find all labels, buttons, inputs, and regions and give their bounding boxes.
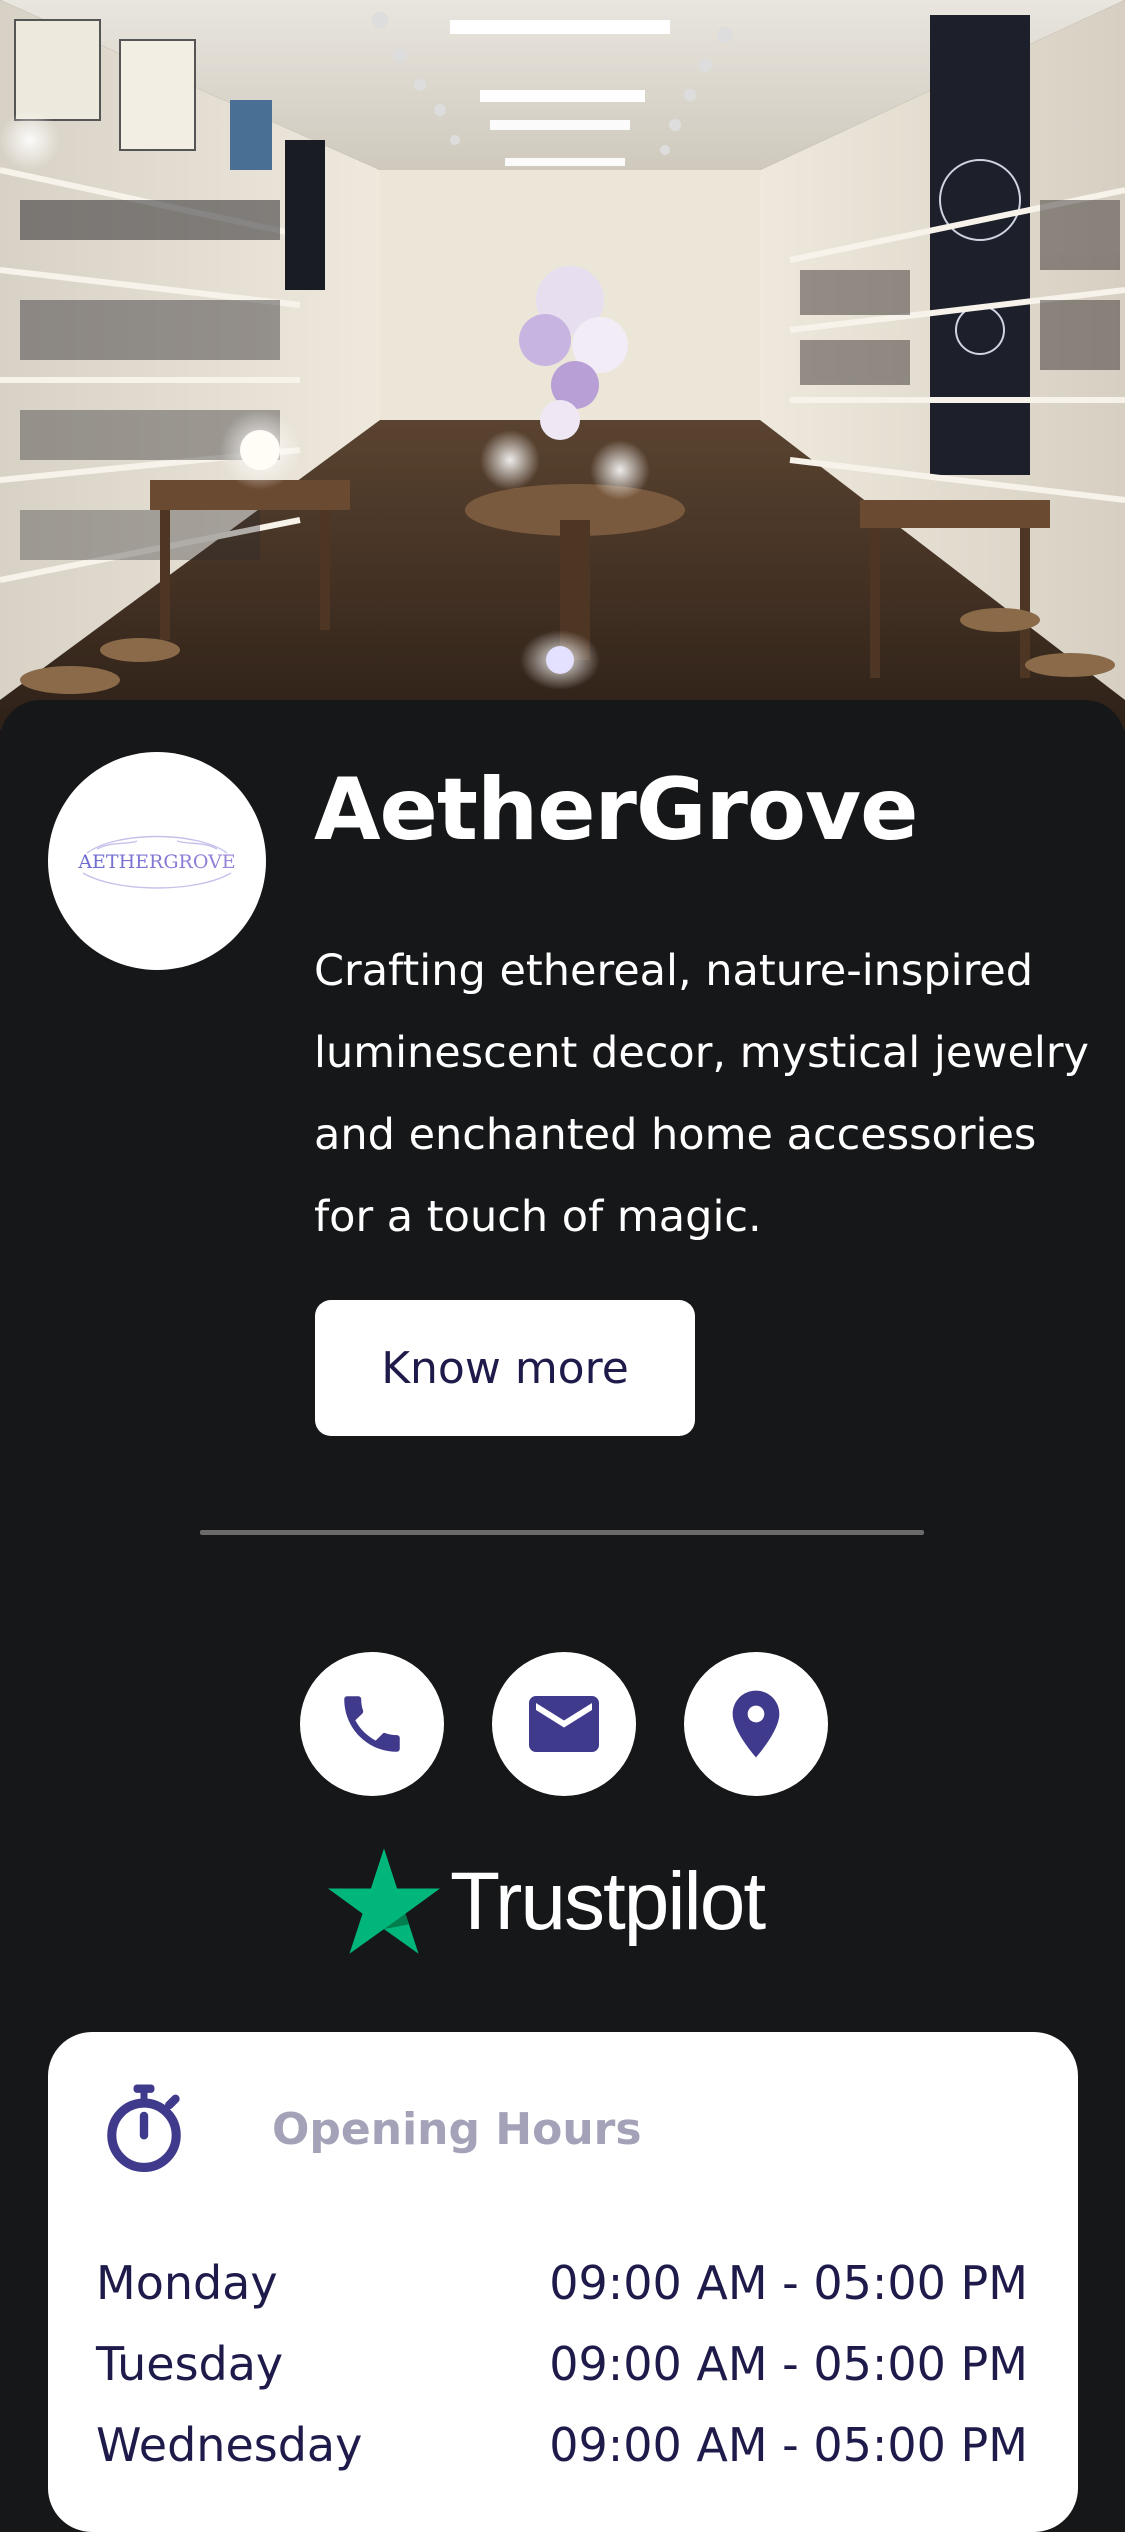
day-label: Wednesday (96, 2418, 363, 2472)
hours-row: Tuesday 09:00 AM - 05:00 PM (96, 2329, 1028, 2399)
trustpilot-link[interactable]: Trustpilot (328, 1842, 766, 1962)
day-label: Monday (96, 2256, 278, 2310)
brand-logo: AETHERGROVE (48, 752, 266, 970)
day-label: Tuesday (96, 2337, 284, 2391)
opening-hours-header: Opening Hours (102, 2082, 802, 2182)
logo-wordmark: AETHERGROVE (77, 851, 235, 873)
hours-value: 09:00 AM - 05:00 PM (549, 2256, 1028, 2310)
hours-row: Monday 09:00 AM - 05:00 PM (96, 2248, 1028, 2318)
trustpilot-label: Trustpilot (450, 1856, 766, 1947)
business-tagline: Crafting ethereal, nature-inspired lumin… (314, 946, 1089, 1242)
trustpilot-star-icon (328, 1848, 440, 1954)
opening-hours-title: Opening Hours (272, 2104, 642, 2155)
mail-icon (529, 1696, 599, 1752)
stopwatch-icon (107, 2084, 181, 2172)
section-divider (200, 1530, 924, 1535)
know-more-button[interactable]: Know more (315, 1300, 695, 1436)
business-profile-card: AETHERGROVE AetherGrove Crafting etherea… (0, 700, 1125, 2532)
call-button[interactable] (300, 1652, 444, 1796)
hero-store-photo (0, 0, 1125, 730)
opening-hours-card: Opening Hours Monday 09:00 AM - 05:00 PM… (48, 2032, 1078, 2532)
hours-value: 09:00 AM - 05:00 PM (549, 2337, 1028, 2391)
email-button[interactable] (492, 1652, 636, 1796)
phone-icon (344, 1696, 400, 1752)
hours-row: Wednesday 09:00 AM - 05:00 PM (96, 2410, 1028, 2480)
map-pin-icon (732, 1690, 780, 1758)
hours-value: 09:00 AM - 05:00 PM (549, 2418, 1028, 2472)
business-name: AetherGrove (314, 760, 918, 860)
location-button[interactable] (684, 1652, 828, 1796)
